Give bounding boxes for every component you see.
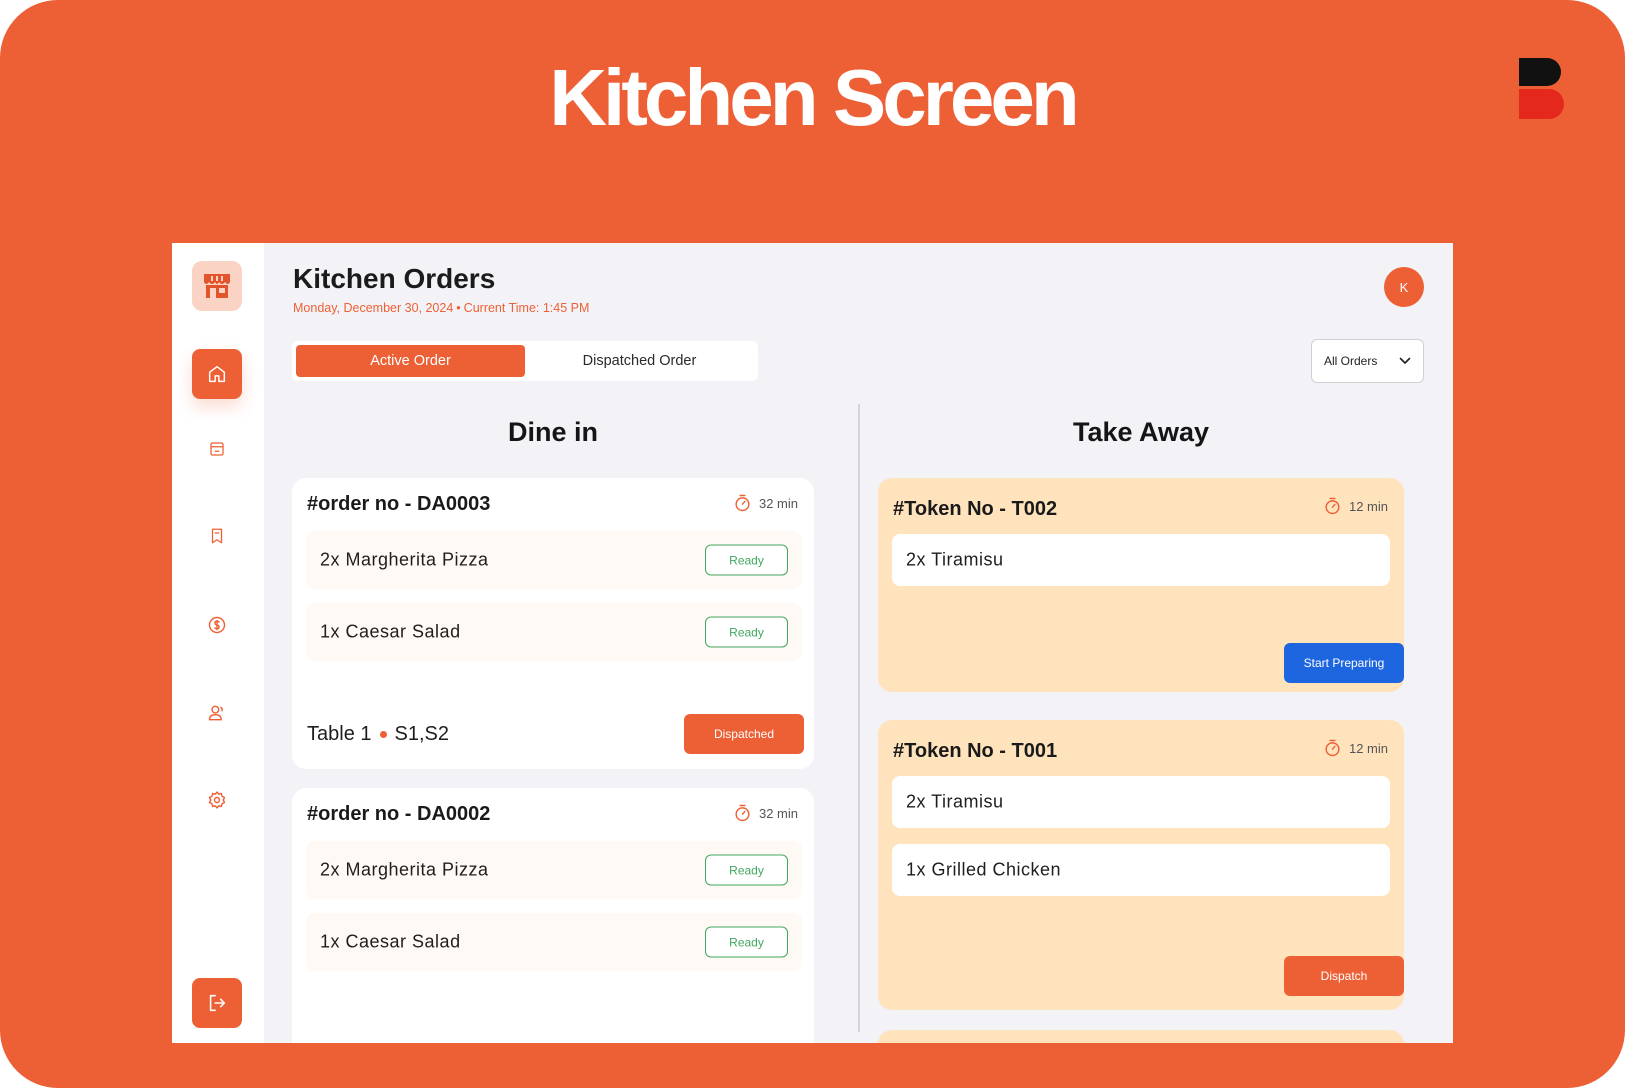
timer-value: 32 min (758, 805, 798, 821)
order-number: #order no - DA0003 (307, 493, 491, 515)
ready-button[interactable]: Ready (705, 854, 788, 886)
tab-active-order[interactable]: Active Order (296, 345, 525, 377)
order-item: 1x Caesar Salad Ready (306, 913, 802, 971)
kitchen-app-window: Kitchen Orders Monday, December 30, 2024… (172, 243, 1453, 1043)
timer-value: 12 min (1348, 498, 1388, 514)
order-filter-value: All Orders (1324, 354, 1378, 368)
item-name: 2x Tiramisu (906, 549, 1004, 570)
page-title: Kitchen Orders (293, 263, 496, 294)
current-date: Monday, December 30, 2024 (293, 301, 454, 315)
item-name: 1x Caesar Salad (320, 621, 461, 642)
order-timer: 12 min (1323, 738, 1388, 758)
sidebar-item-settings[interactable] (204, 787, 230, 813)
item-name: 2x Tiramisu (906, 791, 1004, 812)
logout-button[interactable] (192, 978, 242, 1028)
table-seats: Table 1 S1,S2 (307, 723, 449, 746)
order-item: 1x Caesar Salad Ready (306, 603, 802, 661)
store-icon[interactable] (192, 261, 242, 311)
chevron-down-icon (1399, 357, 1411, 364)
order-tabs: Active Order Dispatched Order (292, 341, 758, 381)
page-subtitle: Monday, December 30, 2024 • Current Time: … (293, 301, 589, 315)
order-item: 2x Margherita Pizza Ready (306, 841, 802, 899)
dollar-icon (208, 616, 226, 634)
item-name: 1x Grilled Chicken (906, 859, 1062, 880)
sidebar-item-bookmark[interactable] (204, 523, 230, 549)
calendar-icon (210, 442, 224, 456)
gear-icon (208, 791, 226, 809)
stopwatch-icon (1325, 739, 1340, 757)
sidebar-item-calendar[interactable] (204, 436, 230, 462)
order-timer: 12 min (1323, 496, 1388, 516)
ready-button[interactable]: Ready (705, 926, 788, 958)
item-name: 1x Caesar Salad (320, 931, 461, 952)
order-item: 2x Tiramisu (892, 534, 1390, 586)
stopwatch-icon (735, 804, 750, 822)
stopwatch-icon (735, 494, 750, 512)
timer-value: 12 min (1348, 740, 1388, 756)
take-away-heading: Take Away (1072, 417, 1210, 447)
order-item: 1x Grilled Chicken (892, 844, 1390, 896)
users-icon (208, 705, 223, 721)
start-preparing-button[interactable]: Start Preparing (1284, 643, 1404, 683)
brand-logo (1519, 58, 1564, 119)
order-item: 2x Tiramisu (892, 776, 1390, 828)
avatar[interactable]: K (1384, 267, 1424, 307)
seat-list: S1,S2 (394, 723, 449, 745)
sidebar-item-home[interactable] (192, 349, 242, 399)
stopwatch-icon (1325, 497, 1340, 515)
sidebar-item-users[interactable] (204, 700, 230, 726)
order-timer: 32 min (733, 803, 798, 823)
ready-button[interactable]: Ready (705, 616, 788, 648)
dispatch-button[interactable]: Dispatch (1284, 956, 1404, 996)
dine-in-heading: Dine in (507, 417, 598, 447)
sidebar (172, 243, 264, 1043)
dispatched-button[interactable]: Dispatched (684, 714, 804, 754)
order-item: 2x Margherita Pizza Ready (306, 531, 802, 589)
token-number: #Token No - T001 (893, 740, 1058, 762)
tab-dispatched-order[interactable]: Dispatched Order (525, 345, 754, 377)
dine-in-order-card: #order no - DA0003 32 min 2x Margherita … (292, 478, 814, 769)
current-time: Current Time: 1:45 PM (463, 301, 590, 315)
bookmark-icon (211, 528, 223, 544)
item-name: 2x Margherita Pizza (320, 859, 489, 880)
timer-value: 32 min (758, 495, 798, 511)
table-name: Table 1 (307, 723, 372, 745)
order-filter-select[interactable]: All Orders (1311, 339, 1424, 383)
bullet-dot (379, 731, 387, 738)
promo-canvas: Kitchen Screen Kitchen Orders Monday, De… (0, 0, 1625, 1088)
sidebar-item-payments[interactable] (204, 612, 230, 638)
token-number: #Token No - T002 (893, 498, 1058, 520)
take-away-order-card: #Token No - T002 12 min 2x Tiramisu Star… (878, 478, 1404, 692)
logout-icon (209, 994, 226, 1012)
column-divider (858, 404, 860, 1032)
take-away-order-card (878, 1030, 1404, 1043)
home-icon (208, 365, 226, 383)
ready-button[interactable]: Ready (705, 544, 788, 576)
order-number: #order no - DA0002 (307, 803, 491, 825)
take-away-order-card: #Token No - T001 12 min 2x Tiramisu 1x G… (878, 720, 1404, 1010)
item-name: 2x Margherita Pizza (320, 549, 489, 570)
order-timer: 32 min (733, 493, 798, 513)
date-separator: • (456, 301, 461, 315)
dine-in-order-card: #order no - DA0002 32 min 2x Margherita … (292, 788, 814, 1043)
hero-title: Kitchen Screen (549, 53, 1079, 142)
